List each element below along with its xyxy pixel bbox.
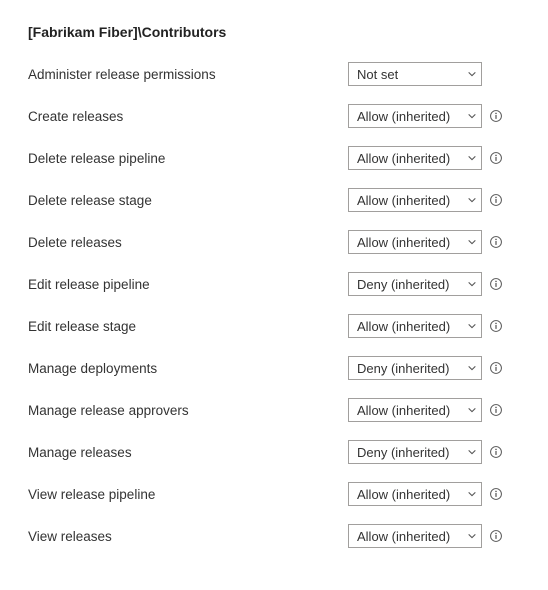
permission-row: View release pipeline Allow (inherited) — [28, 482, 538, 506]
permission-value: Deny (inherited) — [357, 445, 450, 460]
permission-dropdown[interactable]: Allow (inherited) — [348, 482, 482, 506]
permission-row: Edit release pipeline Deny (inherited) — [28, 272, 538, 296]
permission-label: View releases — [28, 529, 348, 544]
permission-value: Allow (inherited) — [357, 319, 450, 334]
info-icon[interactable] — [482, 361, 510, 375]
permission-row: View releases Allow (inherited) — [28, 524, 538, 548]
permission-dropdown[interactable]: Deny (inherited) — [348, 356, 482, 380]
info-icon[interactable] — [482, 109, 510, 123]
chevron-down-icon — [467, 489, 477, 499]
permission-dropdown[interactable]: Allow (inherited) — [348, 188, 482, 212]
permission-row: Manage deployments Deny (inherited) — [28, 356, 538, 380]
permission-row: Manage releases Deny (inherited) — [28, 440, 538, 464]
permission-row: Manage release approvers Allow (inherited… — [28, 398, 538, 422]
permission-label: Administer release permissions — [28, 67, 348, 82]
permission-dropdown[interactable]: Allow (inherited) — [348, 146, 482, 170]
permission-value: Allow (inherited) — [357, 235, 450, 250]
group-title: [Fabrikam Fiber]\Contributors — [28, 24, 538, 40]
permission-value: Allow (inherited) — [357, 109, 450, 124]
permission-dropdown[interactable]: Deny (inherited) — [348, 440, 482, 464]
permission-value: Allow (inherited) — [357, 529, 450, 544]
permission-dropdown[interactable]: Allow (inherited) — [348, 314, 482, 338]
chevron-down-icon — [467, 531, 477, 541]
permission-value: Allow (inherited) — [357, 151, 450, 166]
info-icon[interactable] — [482, 445, 510, 459]
permission-dropdown[interactable]: Deny (inherited) — [348, 272, 482, 296]
permission-dropdown[interactable]: Allow (inherited) — [348, 104, 482, 128]
permission-value: Allow (inherited) — [357, 193, 450, 208]
chevron-down-icon — [467, 405, 477, 415]
chevron-down-icon — [467, 279, 477, 289]
permission-label: Delete release pipeline — [28, 151, 348, 166]
info-icon[interactable] — [482, 235, 510, 249]
permission-label: Edit release pipeline — [28, 277, 348, 292]
permission-label: Manage releases — [28, 445, 348, 460]
info-icon[interactable] — [482, 487, 510, 501]
chevron-down-icon — [467, 237, 477, 247]
permission-row: Delete release stage Allow (inherited) — [28, 188, 538, 212]
permission-dropdown[interactable]: Allow (inherited) — [348, 524, 482, 548]
permission-label: Delete release stage — [28, 193, 348, 208]
permission-label: Edit release stage — [28, 319, 348, 334]
chevron-down-icon — [467, 111, 477, 121]
permission-dropdown[interactable]: Allow (inherited) — [348, 230, 482, 254]
info-icon[interactable] — [482, 193, 510, 207]
chevron-down-icon — [467, 447, 477, 457]
permission-row: Administer release permissions Not set — [28, 62, 538, 86]
permission-label: Delete releases — [28, 235, 348, 250]
info-icon[interactable] — [482, 529, 510, 543]
chevron-down-icon — [467, 195, 477, 205]
permission-dropdown[interactable]: Not set — [348, 62, 482, 86]
permission-row: Delete releases Allow (inherited) — [28, 230, 538, 254]
permission-value: Allow (inherited) — [357, 487, 450, 502]
info-icon[interactable] — [482, 319, 510, 333]
permission-row: Create releases Allow (inherited) — [28, 104, 538, 128]
permission-value: Deny (inherited) — [357, 361, 450, 376]
permission-value: Allow (inherited) — [357, 403, 450, 418]
permission-label: Create releases — [28, 109, 348, 124]
permission-list: Administer release permissions Not set Cre… — [28, 62, 538, 548]
permission-row: Delete release pipeline Allow (inherited) — [28, 146, 538, 170]
chevron-down-icon — [467, 363, 477, 373]
chevron-down-icon — [467, 153, 477, 163]
info-icon[interactable] — [482, 277, 510, 291]
permission-value: Not set — [357, 67, 398, 82]
info-icon[interactable] — [482, 403, 510, 417]
permission-dropdown[interactable]: Allow (inherited) — [348, 398, 482, 422]
chevron-down-icon — [467, 69, 477, 79]
permission-row: Edit release stage Allow (inherited) — [28, 314, 538, 338]
permission-label: View release pipeline — [28, 487, 348, 502]
permission-value: Deny (inherited) — [357, 277, 450, 292]
info-icon[interactable] — [482, 151, 510, 165]
chevron-down-icon — [467, 321, 477, 331]
permission-label: Manage release approvers — [28, 403, 348, 418]
permission-label: Manage deployments — [28, 361, 348, 376]
